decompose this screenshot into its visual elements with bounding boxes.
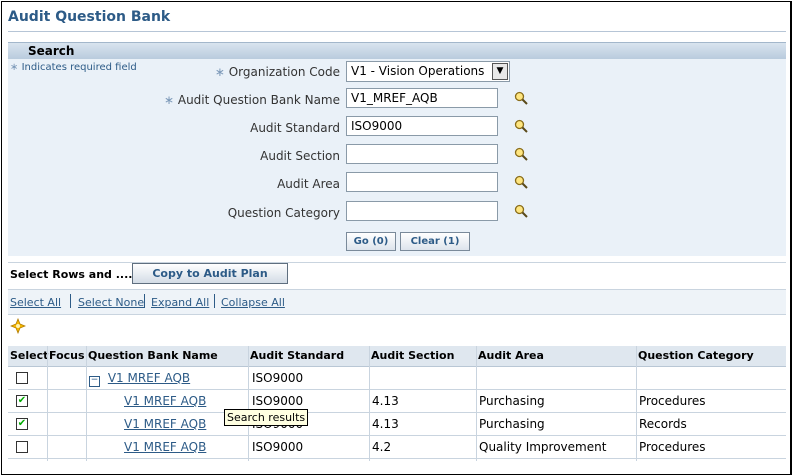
col-audit-area[interactable]: Audit Area bbox=[478, 346, 544, 366]
row-select-checkbox[interactable] bbox=[16, 441, 28, 453]
search-header-label: Search bbox=[28, 44, 75, 58]
selection-links: Select All Select None Expand All Collap… bbox=[8, 289, 786, 315]
section-label: Audit Section bbox=[260, 149, 340, 163]
clear-button[interactable]: Clear (1) bbox=[400, 232, 470, 251]
row-standard: ISO9000 bbox=[252, 440, 304, 454]
org-code-label-text: Organization Code bbox=[228, 65, 340, 79]
question-bank-link[interactable]: V1 MREF AQB bbox=[124, 413, 206, 435]
expand-all-link[interactable]: Expand All bbox=[151, 296, 209, 309]
col-audit-standard[interactable]: Audit Standard bbox=[250, 346, 344, 366]
row-select-checkbox[interactable]: ✔ bbox=[16, 418, 28, 430]
bank-name-label: ∗ Audit Question Bank Name bbox=[164, 93, 340, 107]
required-note-text: Indicates required field bbox=[21, 62, 137, 73]
required-star-icon: ∗ bbox=[163, 93, 178, 107]
section-input[interactable] bbox=[346, 144, 498, 164]
search-icon[interactable] bbox=[514, 147, 528, 161]
row-select-checkbox[interactable] bbox=[16, 372, 28, 384]
org-code-label: ∗ Organization Code bbox=[215, 65, 340, 79]
collapse-all-link[interactable]: Collapse All bbox=[221, 296, 285, 309]
question-bank-link-text[interactable]: V1 MREF AQB bbox=[124, 394, 206, 408]
row-section: 4.13 bbox=[372, 394, 399, 408]
row-category: Records bbox=[639, 417, 687, 431]
row-section: 4.13 bbox=[372, 417, 399, 431]
question-bank-link[interactable]: V1 MREF AQB bbox=[124, 390, 206, 412]
search-icon[interactable] bbox=[514, 204, 528, 218]
row-area: Quality Improvement bbox=[479, 440, 607, 454]
link-separator bbox=[70, 294, 71, 308]
bank-name-input[interactable] bbox=[346, 88, 498, 108]
row-select-checkbox[interactable]: ✔ bbox=[16, 395, 28, 407]
row-category: Procedures bbox=[639, 394, 706, 408]
page-title: Audit Question Bank bbox=[8, 9, 171, 25]
required-star-icon: ∗ bbox=[10, 62, 19, 73]
link-separator bbox=[144, 294, 145, 308]
col-question-category[interactable]: Question Category bbox=[638, 346, 754, 366]
col-audit-section[interactable]: Audit Section bbox=[371, 346, 454, 366]
category-label: Question Category bbox=[227, 206, 340, 220]
search-icon[interactable] bbox=[514, 91, 528, 105]
row-area: Purchasing bbox=[479, 394, 545, 408]
search-header: Search bbox=[8, 42, 786, 59]
area-input[interactable] bbox=[346, 172, 498, 192]
question-bank-link[interactable]: V1 MREF AQB bbox=[124, 436, 206, 458]
title-divider bbox=[8, 31, 786, 32]
chevron-down-icon[interactable]: ▼ bbox=[492, 63, 508, 80]
org-code-value: V1 - Vision Operations bbox=[351, 64, 485, 78]
row-area: Purchasing bbox=[479, 417, 545, 431]
bank-name-label-text: Audit Question Bank Name bbox=[177, 93, 340, 107]
select-rows-bar: Select Rows and .... bbox=[8, 262, 786, 289]
row-category: Procedures bbox=[639, 440, 706, 454]
area-label: Audit Area bbox=[277, 177, 340, 191]
select-rows-label: Select Rows and .... bbox=[10, 268, 133, 281]
link-separator bbox=[214, 294, 215, 308]
row-section: 4.2 bbox=[372, 440, 392, 454]
search-icon[interactable] bbox=[514, 119, 528, 133]
question-bank-link-text[interactable]: V1 MREF AQB bbox=[124, 440, 206, 454]
focus-crosshair-icon[interactable] bbox=[10, 318, 26, 334]
required-note: ∗ Indicates required field bbox=[10, 62, 137, 73]
question-bank-link-text[interactable]: V1 MREF AQB bbox=[124, 417, 206, 431]
col-select: Select bbox=[10, 349, 49, 362]
col-question-bank-name[interactable]: Question Bank Name bbox=[88, 346, 218, 366]
standard-input[interactable] bbox=[346, 116, 498, 136]
search-icon[interactable] bbox=[514, 175, 528, 189]
go-button[interactable]: Go (0) bbox=[346, 232, 396, 251]
col-focus: Focus bbox=[49, 349, 85, 362]
select-none-link[interactable]: Select None bbox=[78, 296, 144, 309]
row-standard: ISO9000 bbox=[252, 371, 304, 385]
tooltip: Search results bbox=[224, 409, 309, 426]
question-bank-link[interactable]: V1 MREF AQB bbox=[108, 371, 190, 385]
org-code-select[interactable]: V1 - Vision Operations ▼ bbox=[346, 61, 510, 82]
standard-label: Audit Standard bbox=[250, 121, 340, 135]
collapse-icon[interactable]: − bbox=[89, 376, 100, 387]
required-star-icon: ∗ bbox=[214, 65, 229, 79]
row-name-cell: − V1 MREF AQB bbox=[89, 367, 190, 389]
category-input[interactable] bbox=[346, 201, 498, 221]
copy-to-audit-plan-button[interactable]: Copy to Audit Plan bbox=[132, 263, 288, 284]
select-all-link[interactable]: Select All bbox=[10, 296, 61, 309]
